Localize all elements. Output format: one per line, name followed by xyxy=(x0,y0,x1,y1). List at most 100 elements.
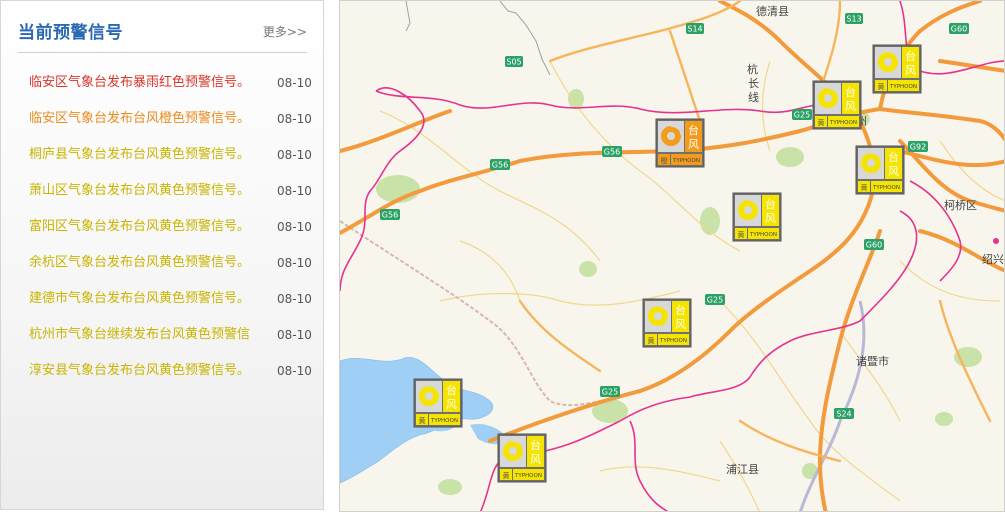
marker-level-char: 黄 xyxy=(861,183,868,192)
marker-sub-label: TYPHOON xyxy=(872,185,900,191)
marker-label: 台 xyxy=(888,150,899,164)
marker-sub-label: TYPHOON xyxy=(659,338,687,344)
hw-badge-g92: G92 xyxy=(910,143,926,152)
warning-date: 08-10 xyxy=(277,364,312,378)
warning-date: 08-10 xyxy=(277,328,312,342)
marker-sub-label: TYPHOON xyxy=(889,84,917,90)
marker-sub-label: TYPHOON xyxy=(829,120,857,126)
warning-list: 临安区气象台发布暴雨红色预警信号。 08-10 临安区气象台发布台风橙色预警信号。… xyxy=(1,65,323,389)
warning-text[interactable]: 余杭区气象台发布台风黄色预警信号。 xyxy=(29,245,269,281)
warning-date: 08-10 xyxy=(277,112,312,126)
marker-sub-label: TYPHOON xyxy=(672,158,700,164)
county-road xyxy=(405,1,411,32)
marker-label: 台 xyxy=(905,49,916,63)
warning-list-item[interactable]: 杭州市气象台继续发布台风黄色预警信 08-10 xyxy=(1,317,323,353)
warning-text[interactable]: 建德市气象台发布台风黄色预警信号。 xyxy=(29,281,269,317)
typhoon-warning-marker[interactable]: 台风黄 TYPHOON xyxy=(872,44,922,94)
warning-text[interactable]: 临安区气象台发布台风橙色预警信号。 xyxy=(29,101,269,137)
warning-list-item[interactable]: 淳安县气象台发布台风黄色预警信号。 08-10 xyxy=(1,353,323,389)
warning-list-item[interactable]: 建德市气象台发布台风黄色预警信号。 08-10 xyxy=(1,281,323,317)
place-keqiao: 柯桥区 xyxy=(944,199,977,212)
hw-badge-s13: S13 xyxy=(846,15,861,24)
place-zhuji: 诸暨市 xyxy=(856,354,889,368)
typhoon-warning-marker[interactable]: 台风黄 TYPHOON xyxy=(812,80,862,130)
typhoon-icon xyxy=(818,87,840,108)
marker-label: 风 xyxy=(765,212,776,225)
warning-date: 08-10 xyxy=(277,220,312,234)
panel-title: 当前预警信号 xyxy=(18,23,123,43)
marker-label: 台 xyxy=(446,383,457,397)
place-hang-vertical: 长 xyxy=(748,77,759,90)
hw-badge-g25-mid: G25 xyxy=(707,296,723,305)
warning-list-item[interactable]: 富阳区气象台发布台风黄色预警信号。 08-10 xyxy=(1,209,323,245)
typhoon-warning-marker[interactable]: 台风橙 TYPHOON xyxy=(655,118,705,168)
hw-badge-g60-mid: G60 xyxy=(866,241,882,250)
marker-label: 台 xyxy=(675,303,686,317)
place-hang-vertical: 线 xyxy=(748,90,759,104)
hw-badge-g25-low: G25 xyxy=(602,388,618,397)
marker-label: 风 xyxy=(675,318,686,331)
marker-level-char: 黄 xyxy=(648,336,655,345)
hw-badge-s05: S05 xyxy=(506,58,521,67)
warning-date: 08-10 xyxy=(277,148,312,162)
typhoon-icon xyxy=(878,51,900,72)
marker-sub-label: TYPHOON xyxy=(749,232,777,238)
warning-list-item[interactable]: 萧山区气象台发布台风黄色预警信号。 08-10 xyxy=(1,173,323,209)
warning-panel: 当前预警信号 更多>> 临安区气象台发布暴雨红色预警信号。 08-10 临安区气象… xyxy=(0,0,324,510)
marker-label: 风 xyxy=(688,138,699,151)
map-canvas: S13 G60 S14 S05 G25 G92 G56 G56 G56 G60 … xyxy=(340,1,1004,511)
marker-level-char: 黄 xyxy=(738,230,745,239)
typhoon-icon xyxy=(648,305,670,326)
marker-level-char: 橙 xyxy=(661,156,668,165)
warning-text[interactable]: 萧山区气象台发布台风黄色预警信号。 xyxy=(29,173,269,209)
typhoon-icon xyxy=(661,125,683,146)
warning-text[interactable]: 临安区气象台发布暴雨红色预警信号。 xyxy=(29,65,269,101)
typhoon-warning-marker[interactable]: 台风黄 TYPHOON xyxy=(413,378,463,428)
more-link[interactable]: 更多>> xyxy=(263,23,307,40)
warning-text[interactable]: 杭州市气象台继续发布台风黄色预警信 xyxy=(29,317,269,353)
city-dot xyxy=(993,238,999,244)
warning-date: 08-10 xyxy=(277,76,312,90)
warning-text[interactable]: 富阳区气象台发布台风黄色预警信号。 xyxy=(29,209,269,245)
marker-label: 台 xyxy=(530,438,541,452)
marker-level-char: 黄 xyxy=(503,471,510,480)
marker-label: 风 xyxy=(530,453,541,466)
warning-list-item[interactable]: 桐庐县气象台发布台风黄色预警信号。 08-10 xyxy=(1,137,323,173)
typhoon-icon xyxy=(503,440,525,461)
place-shaoxing: 绍兴 xyxy=(982,252,1004,266)
place-pujiang: 浦江县 xyxy=(726,463,759,476)
marker-label: 台 xyxy=(688,123,699,137)
divider xyxy=(18,52,307,53)
hw-badge-s24: S24 xyxy=(836,410,851,419)
place-hang-vertical: 杭 xyxy=(747,62,758,76)
typhoon-icon xyxy=(738,199,760,220)
marker-label: 台 xyxy=(845,85,856,99)
warning-list-item[interactable]: 临安区气象台发布台风橙色预警信号。 08-10 xyxy=(1,101,323,137)
hw-badge-g25-top: G25 xyxy=(794,111,810,120)
place-deqing: 德清县 xyxy=(756,4,789,18)
marker-label: 风 xyxy=(446,398,457,411)
typhoon-icon xyxy=(419,385,441,406)
marker-level-char: 黄 xyxy=(818,118,825,127)
typhoon-icon xyxy=(861,152,883,173)
hw-badge-s14: S14 xyxy=(687,25,702,34)
warning-text[interactable]: 淳安县气象台发布台风黄色预警信号。 xyxy=(29,353,269,389)
warning-date: 08-10 xyxy=(277,184,312,198)
typhoon-warning-marker[interactable]: 台风黄 TYPHOON xyxy=(855,145,905,195)
marker-label: 风 xyxy=(888,165,899,178)
typhoon-warning-marker[interactable]: 台风黄 TYPHOON xyxy=(732,192,782,242)
map-view[interactable]: S13 G60 S14 S05 G25 G92 G56 G56 G56 G60 … xyxy=(339,0,1005,512)
hw-badge-g60-top: G60 xyxy=(951,25,967,34)
marker-label: 台 xyxy=(765,197,776,211)
hw-badge-g56-b: G56 xyxy=(492,161,508,170)
typhoon-warning-marker[interactable]: 台风黄 TYPHOON xyxy=(642,298,692,348)
marker-level-char: 黄 xyxy=(419,416,426,425)
marker-level-char: 黄 xyxy=(878,82,885,91)
marker-label: 风 xyxy=(845,100,856,113)
marker-sub-label: TYPHOON xyxy=(430,418,458,424)
typhoon-warning-marker[interactable]: 台风黄 TYPHOON xyxy=(497,433,547,483)
warning-list-item[interactable]: 余杭区气象台发布台风黄色预警信号。 08-10 xyxy=(1,245,323,281)
warning-text[interactable]: 桐庐县气象台发布台风黄色预警信号。 xyxy=(29,137,269,173)
marker-label: 风 xyxy=(905,64,916,77)
warning-list-item[interactable]: 临安区气象台发布暴雨红色预警信号。 08-10 xyxy=(1,65,323,101)
